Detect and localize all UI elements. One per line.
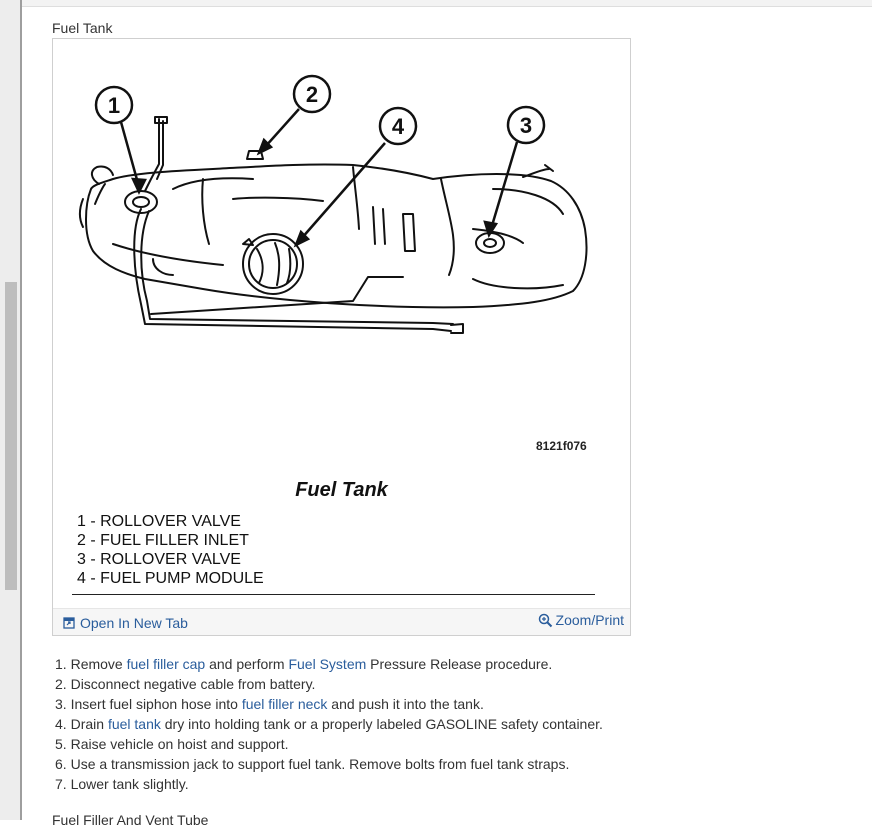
step-number: 2. (55, 676, 67, 692)
callout-4: 4 (378, 106, 418, 146)
step-number: 6. (55, 756, 67, 772)
fuel-filler-cap-link[interactable]: fuel filler cap (127, 656, 206, 672)
step-text: dry into holding tank or a properly labe… (160, 716, 603, 732)
step-number: 5. (55, 736, 67, 752)
step-item: 1. Remove fuel filler cap and perform Fu… (55, 654, 603, 674)
callout-1: 1 (94, 85, 134, 125)
rail-divider (20, 0, 22, 820)
open-new-tab-icon (63, 617, 75, 629)
fuel-tank-diagram[interactable]: 1 2 3 4 (53, 39, 630, 439)
next-section-heading: Fuel Filler And Vent Tube (52, 812, 209, 828)
legend-item: 4 - FUEL PUMP MODULE (77, 570, 264, 587)
step-item: 3. Insert fuel siphon hose into fuel fil… (55, 694, 603, 714)
figure-footer: Open In New Tab Zoom/Print (53, 608, 630, 635)
callout-4-text: 4 (392, 114, 405, 139)
callout-2-text: 2 (306, 82, 318, 107)
legend-item: 1 - ROLLOVER VALVE (77, 513, 241, 530)
figure-title: Fuel Tank (295, 479, 388, 501)
step-text: Insert fuel siphon hose into (70, 696, 242, 712)
step-item: 6. Use a transmission jack to support fu… (55, 754, 603, 774)
step-number: 3. (55, 696, 67, 712)
legend-item: 2 - FUEL FILLER INLET (77, 532, 249, 549)
step-number: 7. (55, 776, 67, 792)
step-text: Disconnect negative cable from battery. (70, 676, 316, 692)
step-text: and push it into the tank. (327, 696, 484, 712)
figure-legend: 1 - ROLLOVER VALVE 2 - FUEL FILLER INLET… (77, 512, 264, 588)
step-text: and perform (205, 656, 289, 672)
section-label: Fuel Tank (52, 20, 113, 36)
open-in-new-tab-label: Open In New Tab (80, 615, 188, 631)
step-number: 4. (55, 716, 67, 732)
fuel-system-link[interactable]: Fuel System (288, 656, 366, 672)
callout-3-text: 3 (520, 113, 532, 138)
step-text: Remove (70, 656, 127, 672)
figure-card: 1 2 3 4 8121f076 Fuel Tank 1 - ROLLOVER … (52, 38, 631, 636)
figure-divider (72, 594, 595, 595)
figure-code: 8121f076 (536, 439, 587, 453)
top-toolbar-strip (22, 0, 872, 7)
step-text: Raise vehicle on hoist and support. (70, 736, 289, 752)
step-item: 7. Lower tank slightly. (55, 774, 603, 794)
step-text: Drain (70, 716, 108, 732)
callout-2: 2 (292, 74, 332, 114)
callout-1-text: 1 (108, 93, 120, 118)
zoom-print-label: Zoom/Print (555, 612, 624, 628)
step-text: Pressure Release procedure. (366, 656, 553, 672)
step-number: 1. (55, 656, 67, 672)
scrollbar-thumb[interactable] (5, 282, 17, 590)
fuel-tank-link[interactable]: fuel tank (108, 716, 161, 732)
procedure-steps: 1. Remove fuel filler cap and perform Fu… (55, 654, 603, 794)
callout-3: 3 (506, 105, 546, 145)
step-item: 2. Disconnect negative cable from batter… (55, 674, 603, 694)
left-panel-rail (0, 0, 22, 820)
step-item: 5. Raise vehicle on hoist and support. (55, 734, 603, 754)
fuel-filler-neck-link[interactable]: fuel filler neck (242, 696, 328, 712)
legend-item: 3 - ROLLOVER VALVE (77, 551, 241, 568)
open-in-new-tab-link[interactable]: Open In New Tab (63, 615, 188, 631)
step-item: 4. Drain fuel tank dry into holding tank… (55, 714, 603, 734)
zoom-print-link[interactable]: Zoom/Print (538, 612, 624, 628)
zoom-in-icon (538, 613, 552, 627)
step-text: Lower tank slightly. (70, 776, 189, 792)
step-text: Use a transmission jack to support fuel … (70, 756, 570, 772)
